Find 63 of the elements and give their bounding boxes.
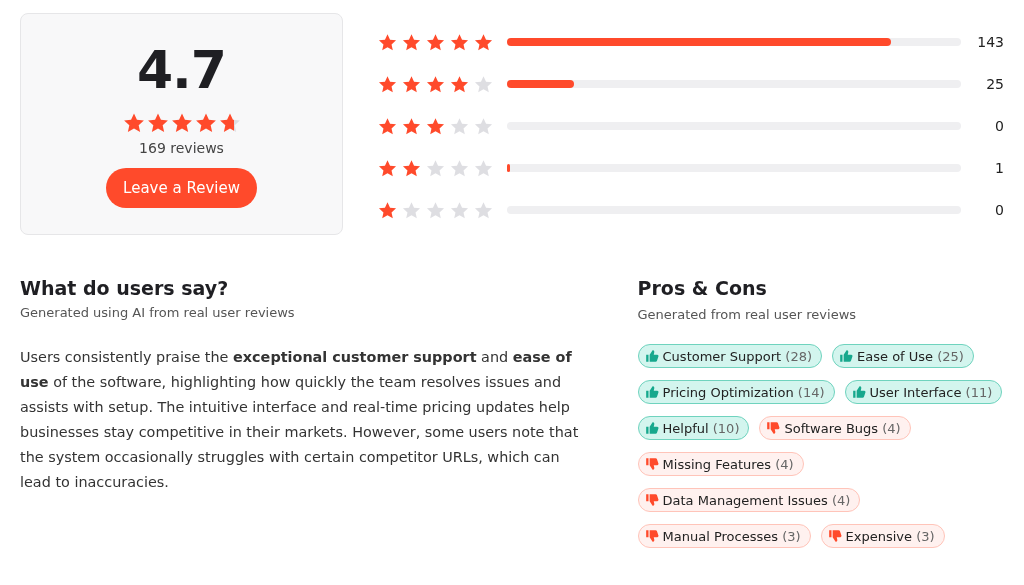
star-icon [218,112,241,134]
star-icon [402,158,421,178]
rating-count: 25 [985,76,1004,92]
thumbs-down-icon [766,421,781,435]
star-icon [402,200,421,220]
star-icon [194,112,217,134]
star-icon [426,74,445,94]
star-icon [474,158,493,178]
average-score: 4.7 [136,40,227,100]
star-icon [378,74,397,94]
tag-label: Missing Features (4) [662,456,794,472]
tag-label: User Interface (11) [869,384,993,400]
star-icon [474,32,493,52]
star-icon [402,32,421,52]
tag-label: Expensive (3) [845,528,935,544]
rating-count: 0 [994,202,1004,218]
section-subtitle: Generated from real user reviews [637,307,858,322]
star-icon [122,112,145,134]
summary-text: Users consistently praise the exceptional customer support and ease of use of the software, highlighting how quickly the team resolves issues and assists with setup. The intuitive interface and real-time pricing updates help businesses stay competitive in their markets. However, some users note that the system occasionally struggles with certain competitor URLs, which can lead to inaccuracies. [20,348,580,492]
thumbs-down-icon [644,493,659,507]
leave-review-button[interactable]: Leave a Review [106,168,257,208]
star-icon [170,112,193,134]
thumbs-up-icon [851,385,866,399]
thumbs-up-icon [839,349,854,363]
star-icon [450,116,469,136]
rating-count: 143 [976,34,1004,50]
thumbs-up-icon [644,349,659,363]
thumbs-up-icon [644,421,659,435]
star-icon [450,74,469,94]
star-icon [450,158,469,178]
star-icon [426,158,445,178]
star-icon [426,116,445,136]
review-count: 169 reviews [139,140,224,156]
star-icon [474,200,493,220]
star-icon [426,32,445,52]
star-icon [474,74,493,94]
star-icon [450,200,469,220]
star-icon [378,200,397,220]
star-icon [402,74,421,94]
star-icon [402,116,421,136]
thumbs-down-icon [827,529,842,543]
tag-label: Helpful (10) [662,420,740,436]
rating-count: 1 [994,160,1004,176]
section-title: What do users say? [20,277,230,299]
section-title: Pros & Cons [637,277,768,299]
tag-label: Customer Support (28) [662,348,813,364]
thumbs-down-icon [644,457,659,471]
tag-label: Manual Processes (3) [662,528,801,544]
star-icon [474,116,493,136]
star-icon [450,32,469,52]
thumbs-up-icon [644,385,659,399]
star-icon [426,200,445,220]
section-subtitle: Generated using AI from real user reviews [20,305,296,320]
star-icon [378,116,397,136]
thumbs-down-icon [644,529,659,543]
tag-label: Pricing Optimization (14) [662,384,825,400]
star-icon [146,112,169,134]
tag-label: Data Management Issues (4) [662,492,851,508]
star-icon [378,32,397,52]
tag-label: Software Bugs (4) [784,420,901,436]
rating-count: 0 [994,118,1004,134]
star-icon [378,158,397,178]
tag-label: Ease of Use (25) [857,348,964,364]
